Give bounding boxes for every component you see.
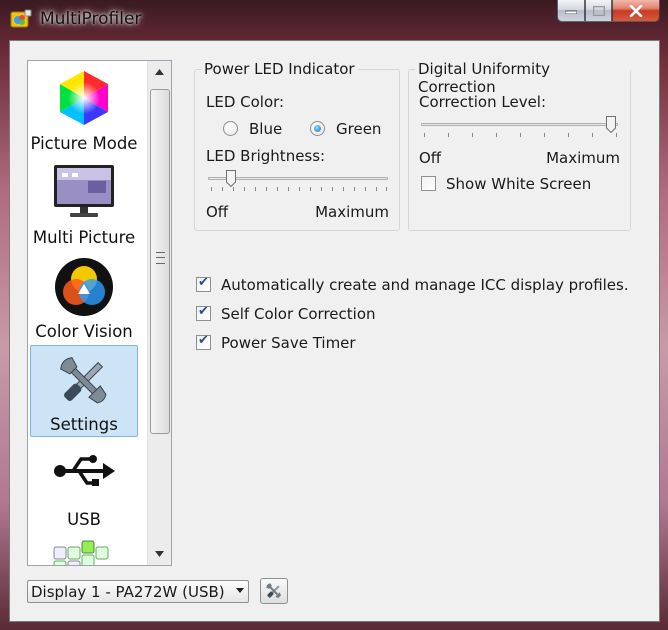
- nav-item-label: Multi Picture: [32, 228, 136, 247]
- auto-icc-label[interactable]: Automatically create and manage ICC disp…: [221, 276, 629, 294]
- minimize-button[interactable]: [557, 0, 585, 22]
- monitor-icon: [54, 165, 114, 217]
- power-save-timer-label[interactable]: Power Save Timer: [221, 334, 356, 352]
- nav-item-settings[interactable]: Settings: [30, 345, 138, 437]
- app-window: MultiProfiler Picture Mode Multi Picture…: [0, 0, 668, 630]
- scrollbar-thumb[interactable]: [150, 89, 170, 434]
- window-title: MultiProfiler: [40, 9, 142, 29]
- correction-level-slider-thumb[interactable]: [606, 116, 616, 133]
- nav-item-label: USB: [67, 510, 101, 529]
- app-logo-icon: [10, 9, 32, 28]
- display-select[interactable]: Display 1 - PA272W (USB): [27, 580, 249, 603]
- show-white-screen-label[interactable]: Show White Screen: [446, 175, 591, 193]
- close-icon: [629, 4, 643, 17]
- led-color-label: LED Color:: [206, 93, 285, 111]
- self-color-correction-checkbox[interactable]: [196, 304, 211, 321]
- maximize-icon: [592, 5, 605, 16]
- wrench-screwdriver-icon: [60, 357, 107, 404]
- nav-item-picture-mode[interactable]: Picture Mode: [30, 63, 138, 155]
- power-led-group-title: Power LED Indicator: [201, 60, 358, 78]
- led-brightness-max-label: Maximum: [315, 203, 389, 221]
- radio-green[interactable]: [310, 121, 325, 136]
- correction-level-ticks: [424, 133, 617, 137]
- nav-item-color-vision[interactable]: Color Vision: [30, 251, 138, 343]
- self-color-correction-label[interactable]: Self Color Correction: [221, 305, 376, 323]
- usb-icon: [54, 455, 115, 486]
- color-vision-icon: [55, 258, 113, 316]
- chevron-up-icon: [155, 69, 164, 75]
- nav-item-usb[interactable]: USB: [30, 439, 138, 531]
- radio-green-label[interactable]: Green: [336, 120, 381, 138]
- led-brightness-ticks: [211, 187, 387, 191]
- main-panel: Picture Mode Multi Picture Color Vision …: [9, 40, 660, 622]
- tools-button[interactable]: [260, 578, 288, 604]
- correction-level-max-label: Maximum: [546, 149, 620, 167]
- correction-level-track[interactable]: [421, 123, 618, 126]
- puzzle-grid-icon: [53, 540, 109, 565]
- close-button[interactable]: [612, 0, 660, 22]
- chevron-down-icon: [155, 551, 164, 557]
- nav-item-label: Picture Mode: [30, 134, 138, 153]
- display-select-value: Display 1 - PA272W (USB): [31, 583, 225, 601]
- title-bar[interactable]: MultiProfiler: [0, 0, 668, 40]
- scroll-down-button[interactable]: [148, 543, 171, 565]
- nav-item-label: Settings: [50, 415, 118, 434]
- color-hexagon-icon: [60, 71, 108, 125]
- chevron-down-icon: [236, 588, 244, 593]
- led-brightness-slider-thumb[interactable]: [226, 170, 236, 187]
- led-brightness-min-label: Off: [206, 203, 229, 221]
- minimize-icon: [565, 10, 577, 14]
- power-led-group: Power LED Indicator LED Color: Blue Gree…: [194, 60, 400, 231]
- maximize-button[interactable]: [585, 0, 612, 22]
- navigation-list: Picture Mode Multi Picture Color Vision …: [27, 60, 172, 566]
- led-brightness-label: LED Brightness:: [206, 147, 326, 165]
- nav-scrollbar[interactable]: [147, 61, 171, 565]
- uniformity-group-title: Digital Uniformity Correction: [415, 60, 630, 96]
- power-save-timer-checkbox[interactable]: [196, 333, 211, 350]
- grip-icon: [156, 252, 165, 264]
- correction-level-min-label: Off: [419, 149, 442, 167]
- nav-item-multi-picture[interactable]: Multi Picture: [30, 157, 138, 249]
- uniformity-group: Digital Uniformity Correction Correction…: [408, 60, 631, 231]
- radio-blue[interactable]: [223, 121, 238, 136]
- show-white-screen-checkbox[interactable]: [421, 176, 436, 191]
- nav-item-label: Color Vision: [35, 322, 133, 341]
- tools-icon: [266, 583, 282, 599]
- scroll-up-button[interactable]: [148, 61, 171, 83]
- correction-level-label: Correction Level:: [419, 93, 547, 111]
- auto-icc-checkbox[interactable]: [196, 275, 211, 292]
- radio-blue-label[interactable]: Blue: [249, 120, 282, 138]
